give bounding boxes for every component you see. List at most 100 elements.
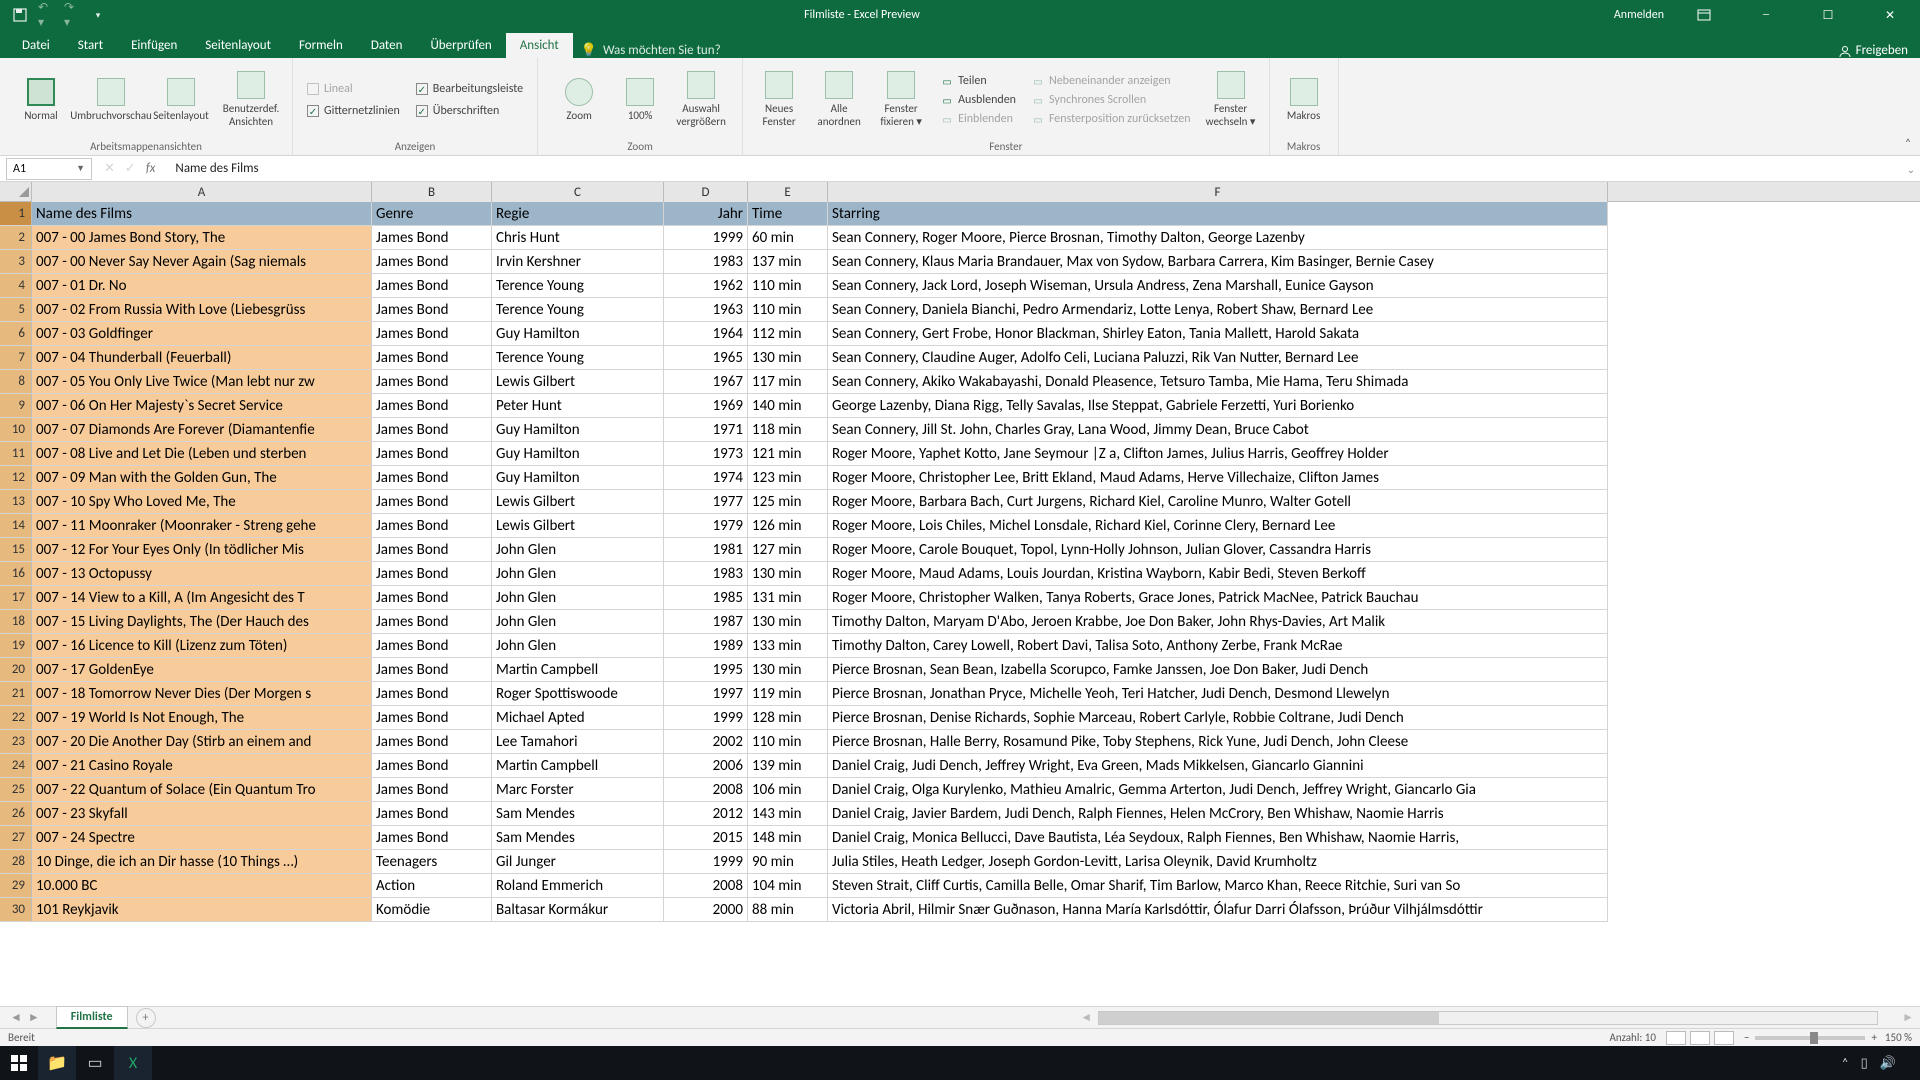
- cell[interactable]: Roger Moore, Lois Chiles, Michel Lonsdal…: [828, 514, 1608, 538]
- cell[interactable]: Terence Young: [492, 298, 664, 322]
- row-header[interactable]: 5: [0, 298, 32, 322]
- cell[interactable]: Martin Campbell: [492, 658, 664, 682]
- view-custom[interactable]: Benutzerdef. Ansichten: [218, 64, 284, 136]
- cell[interactable]: Terence Young: [492, 346, 664, 370]
- cell[interactable]: 2012: [664, 802, 748, 826]
- cell[interactable]: 130 min: [748, 658, 828, 682]
- cell[interactable]: 007 - 14 View to a Kill, A (Im Angesicht…: [32, 586, 372, 610]
- ribbon-tab-datei[interactable]: Datei: [8, 33, 64, 58]
- tray-volume-icon[interactable]: 🔊: [1880, 1056, 1896, 1071]
- cell[interactable]: 007 - 18 Tomorrow Never Dies (Der Morgen…: [32, 682, 372, 706]
- cell[interactable]: Regie: [492, 202, 664, 226]
- cell[interactable]: 1985: [664, 586, 748, 610]
- cell[interactable]: 1962: [664, 274, 748, 298]
- zoom-btn[interactable]: Zoom: [546, 64, 612, 136]
- cell[interactable]: 130 min: [748, 346, 828, 370]
- row-header[interactable]: 10: [0, 418, 32, 442]
- row-header[interactable]: 13: [0, 490, 32, 514]
- cell[interactable]: Victoria Abril, Hilmir Snær Guðnason, Ha…: [828, 898, 1608, 922]
- row-header[interactable]: 12: [0, 466, 32, 490]
- col-header-D[interactable]: D: [664, 182, 748, 202]
- row-header[interactable]: 29: [0, 874, 32, 898]
- cell[interactable]: John Glen: [492, 562, 664, 586]
- cell[interactable]: James Bond: [372, 226, 492, 250]
- share-button[interactable]: Freigeben: [1838, 43, 1908, 58]
- cell[interactable]: Lewis Gilbert: [492, 370, 664, 394]
- signin-link[interactable]: Anmelden: [1614, 8, 1664, 22]
- cell[interactable]: 1971: [664, 418, 748, 442]
- cell[interactable]: 117 min: [748, 370, 828, 394]
- row-header[interactable]: 28: [0, 850, 32, 874]
- cell[interactable]: 1979: [664, 514, 748, 538]
- cell[interactable]: Roger Spottiswoode: [492, 682, 664, 706]
- cell[interactable]: 1989: [664, 634, 748, 658]
- cell[interactable]: Baltasar Kormákur: [492, 898, 664, 922]
- cell[interactable]: James Bond: [372, 250, 492, 274]
- row-header[interactable]: 7: [0, 346, 32, 370]
- cell[interactable]: John Glen: [492, 586, 664, 610]
- cell[interactable]: 140 min: [748, 394, 828, 418]
- cell[interactable]: 137 min: [748, 250, 828, 274]
- cell[interactable]: Daniel Craig, Olga Kurylenko, Mathieu Am…: [828, 778, 1608, 802]
- cell[interactable]: John Glen: [492, 538, 664, 562]
- cell[interactable]: 121 min: [748, 442, 828, 466]
- cell[interactable]: Pierce Brosnan, Sean Bean, Izabella Scor…: [828, 658, 1608, 682]
- cell[interactable]: Steven Strait, Cliff Curtis, Camilla Bel…: [828, 874, 1608, 898]
- row-header[interactable]: 4: [0, 274, 32, 298]
- grid[interactable]: 1Name des FilmsGenreRegieJahrTimeStarrin…: [0, 202, 1920, 1006]
- ribbon-tab-daten[interactable]: Daten: [357, 33, 417, 58]
- add-sheet-button[interactable]: +: [136, 1008, 156, 1028]
- zoom-in-icon[interactable]: +: [1871, 1031, 1876, 1044]
- chk-gitter[interactable]: ✓Gitternetzlinien: [307, 104, 400, 118]
- cell[interactable]: Timothy Dalton, Maryam D'Abo, Jeroen Kra…: [828, 610, 1608, 634]
- row-header[interactable]: 3: [0, 250, 32, 274]
- ribbon-display-icon[interactable]: [1682, 0, 1726, 30]
- cell[interactable]: James Bond: [372, 778, 492, 802]
- cell[interactable]: Daniel Craig, Javier Bardem, Judi Dench,…: [828, 802, 1608, 826]
- cell[interactable]: 007 - 17 GoldenEye: [32, 658, 372, 682]
- row-header[interactable]: 24: [0, 754, 32, 778]
- cell[interactable]: 2006: [664, 754, 748, 778]
- cell[interactable]: Sean Connery, Jack Lord, Joseph Wiseman,…: [828, 274, 1608, 298]
- cell[interactable]: 1983: [664, 562, 748, 586]
- cell[interactable]: 1965: [664, 346, 748, 370]
- zoom-100[interactable]: 100%: [616, 64, 664, 136]
- cell[interactable]: Sean Connery, Gert Frobe, Honor Blackman…: [828, 322, 1608, 346]
- cell[interactable]: James Bond: [372, 562, 492, 586]
- cell[interactable]: Sean Connery, Roger Moore, Pierce Brosna…: [828, 226, 1608, 250]
- cell[interactable]: 007 - 16 Licence to Kill (Lizenz zum Töt…: [32, 634, 372, 658]
- cell[interactable]: Sam Mendes: [492, 802, 664, 826]
- cell[interactable]: 2008: [664, 874, 748, 898]
- cell[interactable]: 1977: [664, 490, 748, 514]
- view-pagebreak-btn[interactable]: [1714, 1031, 1734, 1045]
- sheet-tab-active[interactable]: Filmliste: [56, 1006, 128, 1029]
- cell[interactable]: Daniel Craig, Judi Dench, Jeffrey Wright…: [828, 754, 1608, 778]
- cell[interactable]: 007 - 09 Man with the Golden Gun, The: [32, 466, 372, 490]
- cell[interactable]: 1973: [664, 442, 748, 466]
- cell[interactable]: 1983: [664, 250, 748, 274]
- cell[interactable]: James Bond: [372, 394, 492, 418]
- cell[interactable]: Sean Connery, Jill St. John, Charles Gra…: [828, 418, 1608, 442]
- row-header[interactable]: 19: [0, 634, 32, 658]
- cell[interactable]: 007 - 05 You Only Live Twice (Man lebt n…: [32, 370, 372, 394]
- ribbon-tab-überprüfen[interactable]: Überprüfen: [416, 33, 505, 58]
- cell[interactable]: Komödie: [372, 898, 492, 922]
- cell[interactable]: 112 min: [748, 322, 828, 346]
- cell[interactable]: Daniel Craig, Monica Bellucci, Dave Baut…: [828, 826, 1608, 850]
- cell[interactable]: Genre: [372, 202, 492, 226]
- cell[interactable]: James Bond: [372, 322, 492, 346]
- view-pagelayout[interactable]: Seitenlayout: [148, 64, 214, 136]
- explorer-icon[interactable]: 📁: [38, 1046, 76, 1080]
- cell[interactable]: 110 min: [748, 274, 828, 298]
- cell[interactable]: 007 - 13 Octopussy: [32, 562, 372, 586]
- row-header[interactable]: 17: [0, 586, 32, 610]
- cell[interactable]: Guy Hamilton: [492, 466, 664, 490]
- cell[interactable]: 118 min: [748, 418, 828, 442]
- zoom-out-icon[interactable]: −: [1744, 1031, 1749, 1044]
- macros-btn[interactable]: Makros: [1278, 64, 1330, 136]
- cell[interactable]: 143 min: [748, 802, 828, 826]
- split[interactable]: ▭Teilen: [941, 74, 1016, 88]
- cell[interactable]: James Bond: [372, 514, 492, 538]
- taskview-icon[interactable]: ▭: [76, 1046, 114, 1080]
- cell[interactable]: 10 Dinge, die ich an Dir hasse (10 Thing…: [32, 850, 372, 874]
